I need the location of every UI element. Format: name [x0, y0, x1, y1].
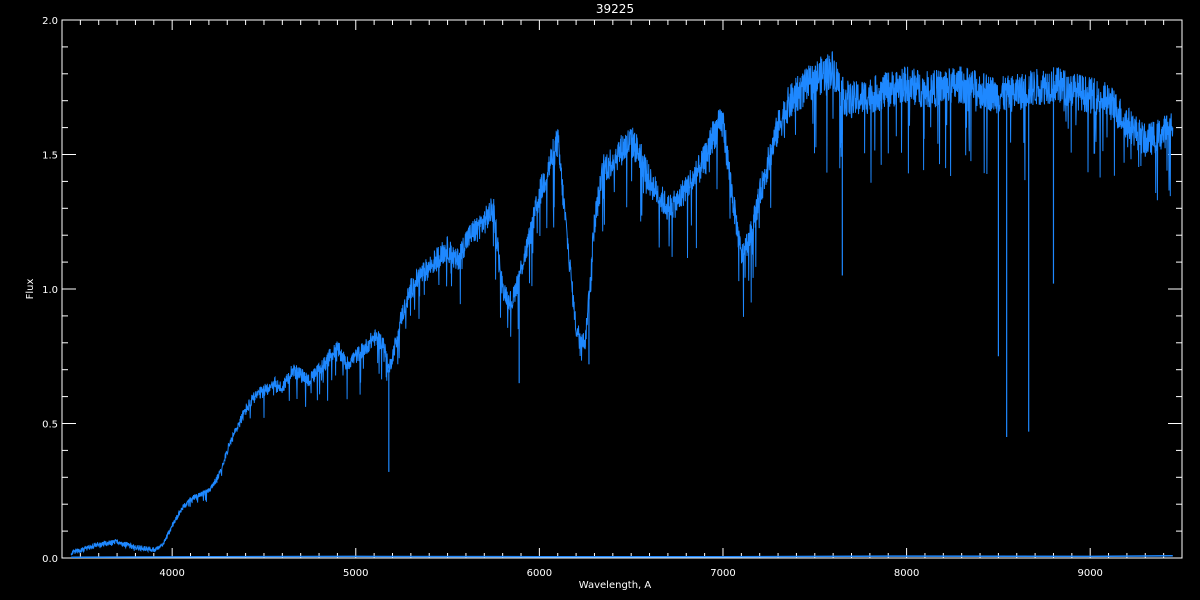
x-tick-label: 5000	[343, 568, 368, 579]
x-axis-label: Wavelength, A	[579, 580, 652, 591]
chart-title: 39225	[596, 2, 634, 16]
x-tick-label: 8000	[894, 568, 919, 579]
x-tick-label: 9000	[1077, 568, 1102, 579]
y-tick-label: 0.0	[42, 554, 58, 565]
y-tick-label: 1.0	[42, 285, 58, 296]
spectrum-series	[70, 51, 1174, 556]
spectrum-chart: 39225 4000 5000 6000 7000 8000 9000 0.0 0.5 1.0 1…	[25, 2, 1183, 591]
y-tick-label: 0.5	[42, 420, 58, 431]
y-axis-label: Flux	[25, 279, 36, 300]
y-tick-label: 2.0	[42, 16, 58, 27]
y-tick-label: 1.5	[42, 151, 58, 162]
x-tick-label: 4000	[159, 568, 184, 579]
x-tick-label: 6000	[527, 568, 552, 579]
error-series	[71, 555, 1173, 558]
x-tick-label: 7000	[710, 568, 735, 579]
spectrum-line	[70, 51, 1174, 556]
error-line	[71, 555, 1173, 558]
